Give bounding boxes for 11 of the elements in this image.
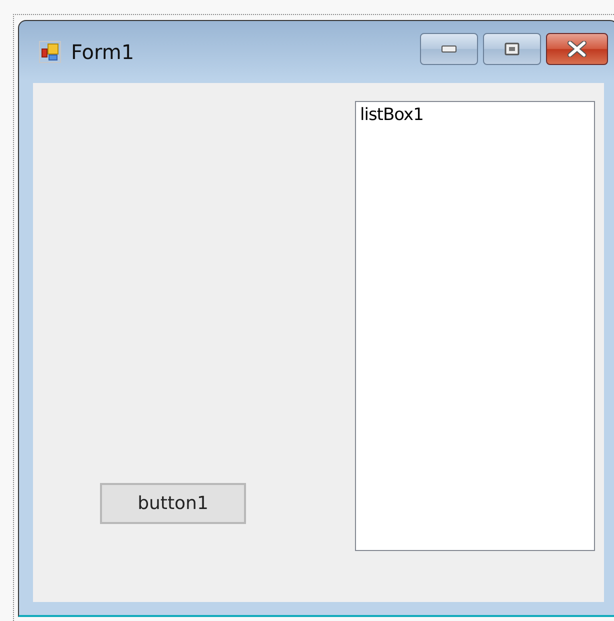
- form-button[interactable]: button1: [100, 483, 246, 524]
- maximize-icon: [504, 42, 520, 56]
- list-box-label: listBox1: [360, 105, 424, 125]
- list-box[interactable]: listBox1: [355, 101, 595, 551]
- close-button[interactable]: [546, 33, 608, 65]
- form-icon: [39, 41, 61, 63]
- maximize-button[interactable]: [483, 33, 541, 65]
- minimize-button[interactable]: [420, 33, 478, 65]
- window-title: Form1: [71, 40, 134, 64]
- close-icon: [567, 41, 587, 57]
- minimize-icon: [441, 45, 457, 53]
